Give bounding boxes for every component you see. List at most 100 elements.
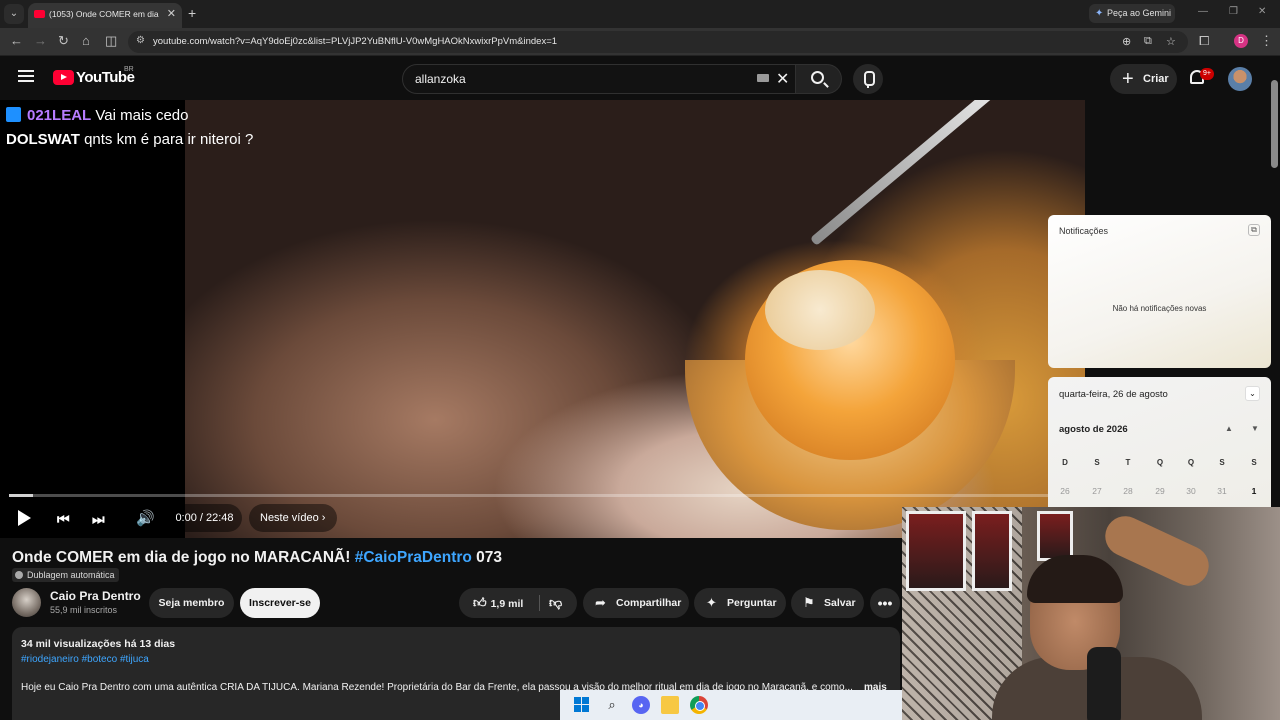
search-input[interactable]: allanzoka ✕: [402, 64, 796, 94]
crumb-shape: [765, 270, 875, 350]
browser-tab-strip: ⌄ (1053) Onde COMER em dia de jogo no MA…: [0, 0, 1280, 28]
address-bar[interactable]: ⚙ youtube.com/watch?v=AqY9doEj0zc&list=P…: [128, 31, 1188, 53]
tab-title: (1053) Onde COMER em dia de jogo no MARA…: [49, 9, 161, 19]
discord-icon[interactable]: ◕: [632, 696, 650, 714]
zoom-icon[interactable]: ⊕: [1122, 35, 1131, 48]
calendar-prev-icon[interactable]: ▲: [1225, 424, 1233, 433]
menu-hamburger-icon[interactable]: [18, 70, 34, 82]
calendar-collapse-icon[interactable]: ⌄: [1245, 386, 1260, 401]
voice-search-mic-icon[interactable]: [853, 64, 883, 94]
like-dislike-group: 👍︎ 1,9 mil 👎︎: [459, 588, 577, 618]
browser-toolbar: ← → ↻ ⌂ ◫ ⚙ youtube.com/watch?v=AqY9doEj…: [0, 28, 1280, 56]
url-text: youtube.com/watch?v=AqY9doEj0zc&list=PLV…: [153, 36, 558, 47]
gemini-sparkle-icon: ✦: [1095, 8, 1104, 19]
tab-search-button[interactable]: ⌄: [4, 4, 24, 24]
notification-center: Notificações ⧉ Não há notificações novas: [1048, 215, 1271, 368]
search-button[interactable]: [796, 64, 842, 94]
play-icon[interactable]: [18, 510, 31, 526]
share-button[interactable]: ➦ Compartilhar: [583, 588, 689, 618]
tab-close-icon[interactable]: ✕: [167, 7, 176, 20]
previous-icon[interactable]: ⏮: [57, 511, 70, 528]
taskbar-search-icon[interactable]: ⌕: [603, 696, 621, 714]
thumbs-down-icon[interactable]: 👎︎: [549, 588, 562, 618]
search-icon: [811, 71, 824, 84]
profile-avatar[interactable]: D: [1234, 34, 1248, 48]
notifications-count-badge: 9+: [1200, 68, 1214, 80]
title-hashtag[interactable]: #CaioPraDentro: [355, 549, 472, 566]
calendar-day[interactable]: 30: [1181, 486, 1201, 496]
calendar-day[interactable]: 1: [1244, 486, 1264, 496]
gemini-button[interactable]: ✦ Peça ao Gemini: [1089, 4, 1175, 23]
reload-icon[interactable]: ↻: [58, 33, 69, 49]
auto-dub-badge: Dublagem automática: [12, 568, 119, 582]
calendar-next-icon[interactable]: ▼: [1251, 424, 1259, 433]
window-close-icon[interactable]: ✕: [1258, 6, 1266, 17]
gemini-label: Peça ao Gemini: [1107, 8, 1172, 18]
calendar-day[interactable]: 29: [1150, 486, 1170, 496]
wall-poster: [972, 511, 1012, 591]
chat-message: 021LEAL Vai mais cedo: [6, 107, 188, 124]
extensions-icon[interactable]: ⧠: [1199, 33, 1209, 49]
bookmark-star-icon[interactable]: ☆: [1166, 35, 1176, 48]
weekday-label: D: [1062, 458, 1068, 467]
weekday-label: S: [1094, 458, 1100, 467]
weekday-label: Q: [1156, 458, 1164, 467]
home-icon[interactable]: ⌂: [82, 33, 90, 48]
notification-settings-icon[interactable]: ⧉: [1248, 224, 1260, 236]
calendar-month[interactable]: agosto de 2026: [1059, 424, 1128, 435]
account-avatar[interactable]: [1228, 67, 1252, 91]
chrome-icon[interactable]: [690, 696, 708, 714]
description-hashtags[interactable]: #riodejaneiro #boteco #tijuca: [21, 654, 149, 665]
chat-username: 021LEAL: [27, 107, 92, 124]
next-icon[interactable]: ⏭: [92, 511, 105, 528]
volume-icon[interactable]: 🔊: [136, 509, 155, 527]
video-player[interactable]: 021LEAL Vai mais cedo DOLSWAT qnts km é …: [0, 100, 1085, 538]
progress-bar[interactable]: [9, 494, 1059, 497]
video-frame: [185, 100, 1085, 538]
page-scrollbar[interactable]: [1271, 80, 1278, 168]
like-button[interactable]: 👍︎ 1,9 mil: [473, 588, 523, 619]
microphone: [1087, 647, 1121, 720]
more-actions-icon[interactable]: •••: [870, 588, 900, 618]
file-explorer-icon[interactable]: [661, 696, 679, 714]
site-info-icon[interactable]: ⚙: [136, 35, 145, 46]
share-arrow-icon: ➦: [595, 595, 606, 610]
subscribe-button[interactable]: Inscrever-se: [240, 588, 320, 618]
calendar-day[interactable]: 28: [1118, 486, 1138, 496]
minimize-icon[interactable]: —: [1198, 6, 1208, 17]
weekday-label: S: [1251, 458, 1257, 467]
create-button[interactable]: + Criar: [1110, 64, 1177, 94]
keyboard-icon[interactable]: [757, 74, 769, 82]
forward-arrow-icon[interactable]: →: [34, 33, 47, 48]
windows-start-icon[interactable]: [573, 696, 591, 714]
browser-tab[interactable]: (1053) Onde COMER em dia de jogo no MARA…: [28, 3, 182, 28]
join-button[interactable]: Seja membro: [149, 588, 234, 618]
sparkle-icon: ✦: [706, 595, 717, 610]
save-button[interactable]: ⚑ Salvar: [791, 588, 864, 618]
ask-button[interactable]: ✦ Perguntar: [694, 588, 786, 618]
calendar-day[interactable]: 27: [1087, 486, 1107, 496]
video-title: Onde COMER em dia de jogo no MARACANÃ! #…: [12, 549, 502, 567]
like-count: 1,9 mil: [490, 598, 524, 610]
side-panel-icon[interactable]: ◫: [105, 33, 117, 49]
channel-avatar[interactable]: [12, 588, 41, 617]
youtube-header: YouTube BR allanzoka ✕ + Criar 9+: [0, 56, 1280, 100]
clear-search-icon[interactable]: ✕: [776, 69, 789, 89]
calendar-day[interactable]: 31: [1212, 486, 1232, 496]
new-tab-plus-icon[interactable]: +: [188, 5, 196, 21]
title-suffix: 073: [471, 549, 503, 566]
view-count-date: 34 mil visualizações há 13 dias: [21, 638, 176, 650]
browser-menu-icon[interactable]: ⋮: [1260, 33, 1273, 49]
chat-badge-icon: [6, 107, 21, 122]
search-query: allanzoka: [415, 72, 466, 86]
ask-label: Perguntar: [727, 597, 777, 609]
cast-icon[interactable]: ⧉: [1144, 35, 1152, 48]
youtube-logo-icon[interactable]: [53, 70, 74, 85]
plus-icon: +: [1122, 68, 1134, 90]
back-arrow-icon[interactable]: ←: [10, 33, 23, 48]
channel-name[interactable]: Caio Pra Dentro: [50, 589, 141, 603]
chapters-button[interactable]: Neste vídeo ›: [249, 504, 337, 532]
restore-icon[interactable]: ❐: [1229, 6, 1238, 17]
calendar-day[interactable]: 26: [1055, 486, 1075, 496]
windows-taskbar: ⌕ ◕: [560, 690, 902, 720]
